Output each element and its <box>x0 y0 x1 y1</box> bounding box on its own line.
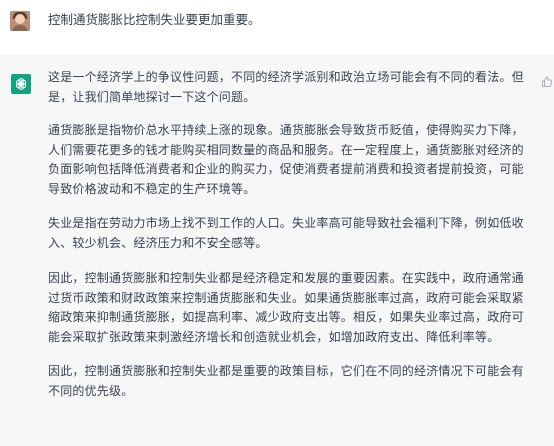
assistant-paragraph-4: 因此，控制通货膨胀和控制失业都是经济稳定和发展的重要因素。在实践中，政府通常通过… <box>48 271 524 344</box>
assistant-paragraph-5: 因此，控制通货膨胀和控制失业都是重要的政策目标，它们在不同的经济情况下可能会有不… <box>48 364 524 398</box>
assistant-paragraph-3: 失业是指在劳动力市场上找不到工作的人口。失业率高可能导致社会福利下降，例如低收入… <box>48 216 524 250</box>
user-avatar <box>10 11 30 31</box>
assistant-message-body: 这是一个经济学上的争议性问题，不同的经济学派别和政治立场可能会有不同的看法。但是… <box>48 68 532 401</box>
assistant-paragraph-1: 这是一个经济学上的争议性问题，不同的经济学派别和政治立场可能会有不同的看法。但是… <box>48 70 524 104</box>
assistant-paragraph-2: 通货膨胀是指物价总水平持续上涨的现象。通货膨胀会导致货币贬值，使得购买力下降，人… <box>48 123 524 196</box>
assistant-message-row: 这是一个经济学上的争议性问题，不同的经济学派别和政治立场可能会有不同的看法。但是… <box>0 55 554 446</box>
user-message-row: 控制通货膨胀比控制失业要更加重要。 <box>0 0 554 55</box>
openai-logo-icon <box>11 74 31 94</box>
thumbs-up-icon[interactable] <box>540 75 554 89</box>
user-message-text: 控制通货膨胀比控制失业要更加重要。 <box>48 12 261 27</box>
